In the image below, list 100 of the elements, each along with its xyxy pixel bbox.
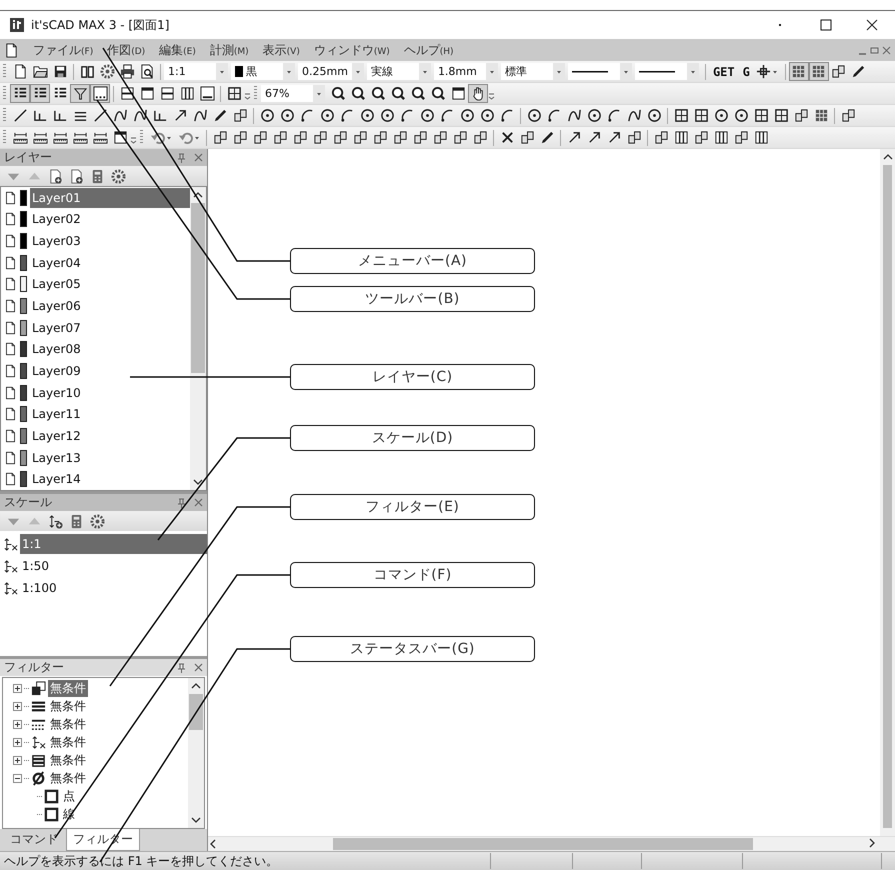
toolbar-button[interactable] xyxy=(788,62,809,81)
expand-icon[interactable] xyxy=(13,738,22,746)
layer-name[interactable]: Layer05 xyxy=(30,274,190,294)
toolbar-grip[interactable] xyxy=(3,64,6,79)
chevron-down-icon[interactable] xyxy=(191,815,201,825)
toolbar-button[interactable] xyxy=(90,84,110,103)
menu-item[interactable]: ヘルプ(H) xyxy=(404,42,454,58)
toolbar-grip[interactable] xyxy=(3,130,6,145)
toolbar-button[interactable] xyxy=(10,84,30,103)
scale-item[interactable]: 1:1 xyxy=(20,534,207,554)
dropdown[interactable]: 67% xyxy=(261,85,325,102)
toolbar-grip[interactable] xyxy=(140,130,143,145)
scrollbar[interactable] xyxy=(880,149,895,836)
layer-name[interactable]: Layer13 xyxy=(30,448,190,468)
expand-icon[interactable] xyxy=(13,684,22,692)
collapse-icon[interactable] xyxy=(13,774,22,782)
chevron-up-icon[interactable] xyxy=(882,152,892,162)
filter-item[interactable]: 無条件 xyxy=(48,752,88,768)
scale-item[interactable]: 1:100 xyxy=(20,578,207,598)
filter-item[interactable]: 無条件 xyxy=(48,698,88,714)
arc-icon xyxy=(440,108,454,123)
maximize-icon[interactable] xyxy=(820,19,832,31)
chevron-down-icon[interactable] xyxy=(193,477,203,487)
chevron-up-icon[interactable] xyxy=(193,190,203,200)
menu-item[interactable]: ウィンドウ(W) xyxy=(314,42,390,58)
scroll-thumb[interactable] xyxy=(191,203,205,373)
layer-name[interactable]: Layer06 xyxy=(30,296,190,316)
line-dropdown[interactable] xyxy=(634,63,699,80)
toolbar-button[interactable]: GET xyxy=(708,64,739,78)
menu-item[interactable]: 編集(E) xyxy=(159,42,196,58)
scale-plus-icon[interactable] xyxy=(48,514,63,528)
page-plus-icon[interactable] xyxy=(69,168,84,184)
toolbar-button[interactable]: G xyxy=(738,64,754,78)
layer-name[interactable]: Layer11 xyxy=(30,404,190,424)
circle-icon xyxy=(526,108,542,123)
square-icon xyxy=(694,108,708,123)
layer-name[interactable]: Layer08 xyxy=(30,339,190,360)
close-icon[interactable] xyxy=(866,19,878,31)
line-dropdown[interactable] xyxy=(568,63,632,80)
dropdown[interactable]: 実線 xyxy=(366,63,431,80)
dropdown[interactable]: 標準 xyxy=(500,63,565,80)
toolbar-button[interactable] xyxy=(30,84,50,103)
restore-icon[interactable] xyxy=(870,46,879,54)
toolbar-button[interactable] xyxy=(70,84,90,103)
toolbar-grip[interactable] xyxy=(3,108,6,123)
page-plus-icon[interactable] xyxy=(48,168,63,184)
filter-item[interactable]: 点 xyxy=(61,788,77,804)
scrollbar[interactable] xyxy=(190,187,206,490)
layer-name[interactable]: Layer03 xyxy=(30,231,190,252)
scroll-thumb[interactable] xyxy=(189,694,203,730)
dropdown[interactable]: 1:1 xyxy=(164,63,228,80)
expand-icon[interactable] xyxy=(13,756,22,764)
filter-item[interactable]: 無条件 xyxy=(48,770,88,786)
expand-icon[interactable] xyxy=(13,720,22,728)
layer-name[interactable]: Layer01 xyxy=(30,188,190,208)
menu-item[interactable]: 表示(V) xyxy=(262,42,300,58)
curve-icon xyxy=(626,108,642,123)
filter-item[interactable]: 無条件 xyxy=(48,680,88,696)
menu-item[interactable]: ファイル(F) xyxy=(33,42,94,58)
layer-name[interactable]: Layer10 xyxy=(30,382,190,403)
toolbar-grip[interactable] xyxy=(254,86,257,101)
menu-item[interactable]: 作図(D) xyxy=(107,42,146,58)
expand-icon[interactable] xyxy=(13,702,22,710)
filter-item[interactable]: 無条件 xyxy=(48,716,88,732)
layer-name[interactable]: Layer14 xyxy=(30,469,190,490)
tab[interactable]: コマンド xyxy=(4,829,64,850)
slashed-circle-icon xyxy=(31,770,46,786)
curved-arrow-icon xyxy=(178,130,192,145)
dropdown[interactable]: 1.8mm xyxy=(434,63,498,80)
toolbar-button[interactable] xyxy=(468,84,488,103)
menu-item[interactable]: 計測(M) xyxy=(210,42,249,58)
scale-item[interactable]: 1:50 xyxy=(20,556,207,576)
circle-icon xyxy=(360,108,374,123)
gear-icon[interactable] xyxy=(90,514,105,528)
layer-name[interactable]: Layer12 xyxy=(30,426,190,446)
calculator-icon[interactable] xyxy=(69,514,84,528)
columns-icon xyxy=(754,130,768,145)
scroll-thumb[interactable] xyxy=(883,165,892,828)
chevron-up-icon[interactable] xyxy=(191,681,201,691)
color-dropdown[interactable]: 黒 xyxy=(231,63,295,80)
pin-icon[interactable] xyxy=(177,498,186,508)
scroll-thumb[interactable] xyxy=(333,838,753,850)
scrollbar[interactable] xyxy=(208,836,895,851)
chevron-left-icon[interactable] xyxy=(208,839,218,849)
layer-name[interactable]: Layer09 xyxy=(30,360,190,381)
layer-name[interactable]: Layer07 xyxy=(30,318,190,338)
blocks-icon xyxy=(432,130,448,145)
scrollbar[interactable] xyxy=(188,678,204,828)
chevron-right-icon[interactable] xyxy=(867,838,877,848)
filter-item[interactable]: 無条件 xyxy=(48,734,88,750)
gear-icon[interactable] xyxy=(111,168,126,184)
dropdown[interactable]: 0.25mm xyxy=(298,63,364,80)
book-icon xyxy=(80,64,94,79)
toolbar-grip[interactable] xyxy=(3,86,6,101)
window-icon xyxy=(140,86,154,101)
layer-name[interactable]: Layer04 xyxy=(30,252,190,273)
stacked-squares-icon xyxy=(31,680,46,696)
calculator-icon[interactable] xyxy=(90,168,105,184)
page-icon[interactable] xyxy=(4,42,19,58)
layer-name[interactable]: Layer02 xyxy=(30,209,190,230)
